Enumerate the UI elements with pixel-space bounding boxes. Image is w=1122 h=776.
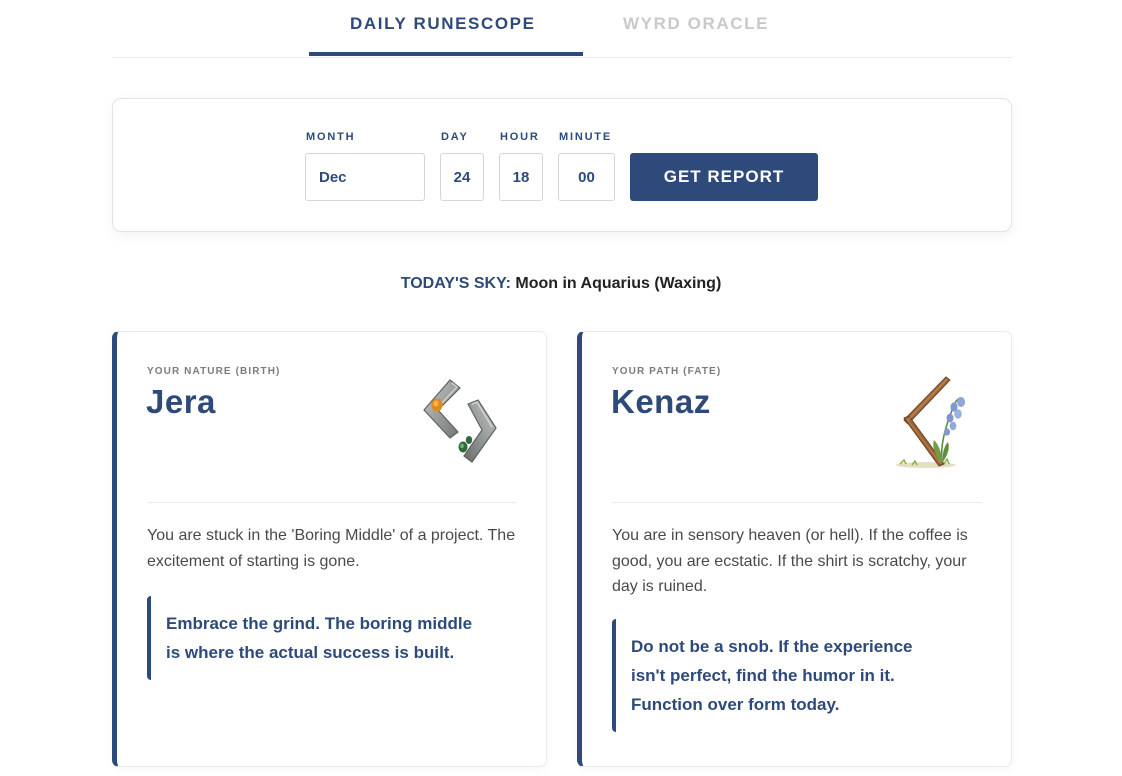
minute-input[interactable]: 00 — [558, 153, 615, 201]
card-description: You are in sensory heaven (or hell). If … — [612, 527, 968, 595]
month-label: MONTH — [306, 131, 356, 143]
hour-input[interactable]: 18 — [499, 153, 543, 201]
todays-sky: TODAY'S SKY: Moon in Aquarius (Waxing) — [0, 275, 1122, 293]
card-divider — [612, 502, 982, 503]
kenaz-rune-twig-flower-icon — [890, 374, 970, 470]
fate-card: YOUR PATH (FATE) Kenaz You are in sensor… — [577, 331, 1012, 767]
hour-label: HOUR — [500, 131, 540, 143]
minute-label: MINUTE — [559, 131, 612, 143]
day-input[interactable]: 24 — [440, 153, 484, 201]
card-kicker: YOUR NATURE (BIRTH) — [147, 366, 281, 377]
nature-card: YOUR NATURE (BIRTH) Jera You are stuck i… — [112, 331, 547, 767]
month-input[interactable]: Dec — [305, 153, 425, 201]
rune-name: Kenaz — [611, 383, 711, 420]
tab-bar: DAILY RUNESCOPE WYRD ORACLE — [112, 0, 1012, 58]
card-description: You are stuck in the 'Boring Middle' of … — [147, 527, 516, 570]
card-kicker: YOUR PATH (FATE) — [612, 366, 722, 377]
get-report-button[interactable]: GET REPORT — [630, 153, 818, 201]
day-label: DAY — [441, 131, 469, 143]
card-advice: Embrace the grind. The boring middle is … — [147, 596, 492, 680]
sky-label: TODAY'S SKY: — [400, 275, 511, 292]
jera-rune-stone-icon — [420, 374, 500, 466]
tab-daily-runescope[interactable]: DAILY RUNESCOPE — [350, 14, 536, 34]
active-tab-indicator — [309, 52, 583, 56]
rune-name: Jera — [146, 383, 216, 420]
tab-wyrd-oracle[interactable]: WYRD ORACLE — [623, 14, 769, 34]
sky-value: Moon in Aquarius (Waxing) — [515, 275, 722, 292]
card-advice: Do not be a snob. If the experience isn'… — [612, 619, 957, 732]
card-divider — [147, 502, 517, 503]
